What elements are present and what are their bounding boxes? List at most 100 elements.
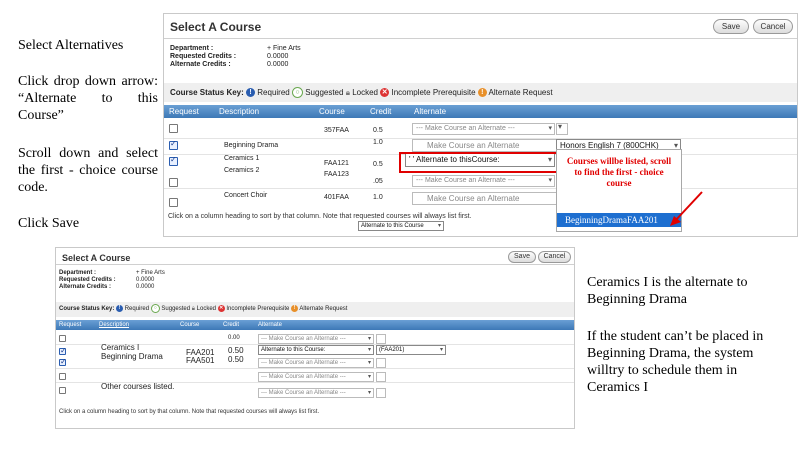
course-code: 357FAA <box>324 127 349 134</box>
requested-credits-value: 0.0000 <box>136 277 155 283</box>
instruction-step-1: Select Alternatives <box>18 38 124 53</box>
department-label: Department : <box>170 45 214 52</box>
requested-credits-value: 0.0000 <box>267 53 289 60</box>
course-description: Beginning Drama <box>224 142 279 149</box>
request-checkbox[interactable] <box>59 335 66 342</box>
key-suggested: Suggested <box>161 306 191 312</box>
red-arrow-icon <box>670 191 703 226</box>
key-locked: Locked <box>196 306 217 312</box>
required-icon: ! <box>246 88 256 98</box>
request-checkbox[interactable] <box>59 373 66 380</box>
alternate-to-this-course-select[interactable]: Alternate to this Course: ▾ <box>258 345 374 355</box>
alternate-course-select[interactable] <box>376 358 386 368</box>
save-button[interactable]: Save <box>713 19 749 34</box>
alternate-credits-value: 0.0000 <box>136 284 155 290</box>
chevron-down-icon: ▾ <box>437 223 441 229</box>
divider <box>164 38 797 39</box>
chevron-down-icon: ▾ <box>367 336 371 342</box>
chevron-down-icon: ▾ <box>548 125 552 132</box>
alternate-request-icon: ! <box>477 88 487 98</box>
alternate-select[interactable]: --- Make Course an Alternate --- ▾ <box>412 175 555 187</box>
prerequisite-icon: ✕ <box>380 88 390 98</box>
lock-icon: 🔒︎ <box>191 306 195 312</box>
instruction-step-3: Scroll down and select the first - choic… <box>18 146 158 195</box>
panel-title: Select A Course <box>170 20 262 34</box>
department-value: + Fine Arts <box>136 270 165 276</box>
cancel-button[interactable]: Cancel <box>538 251 571 263</box>
col-request[interactable]: Request <box>169 105 199 118</box>
request-checkbox[interactable] <box>169 178 178 187</box>
credit-value: 0.5 <box>373 161 383 168</box>
credit-value: 0.50 <box>228 355 244 364</box>
alternate-course-select[interactable] <box>376 372 386 382</box>
requested-credits-label: Requested Credits : <box>170 53 237 60</box>
explanation-schedule: If the student can’t be placed in Beginn… <box>587 329 764 395</box>
chevron-down-icon: ▾ <box>548 177 552 184</box>
dropdown-option-selected[interactable]: BeginningDramaFAA201 <box>557 213 681 227</box>
credit-value: 1.0 <box>373 139 383 146</box>
department-value: + Fine Arts <box>267 45 301 52</box>
col-alternate[interactable]: Alternate <box>258 320 282 330</box>
sort-footnote: Click on a column heading to sort by tha… <box>168 213 472 220</box>
instruction-step-4: Click Save <box>18 216 80 231</box>
col-description[interactable]: Description <box>99 320 129 330</box>
col-course[interactable]: Course <box>319 105 345 118</box>
popup-instruction: Courses willbe listed, scroll to find th… <box>566 156 672 188</box>
course-description: Beginning Drama <box>101 352 163 361</box>
col-description[interactable]: Description <box>219 105 259 118</box>
request-checkbox[interactable] <box>59 346 67 355</box>
alternate-select-bottom[interactable]: Alternate to this Course ▾ <box>358 221 444 231</box>
request-checkbox[interactable] <box>169 198 178 207</box>
chevron-down-icon: ▾ <box>367 347 371 353</box>
request-checkbox[interactable] <box>59 387 66 394</box>
alternate-course-select[interactable] <box>376 334 386 344</box>
instruction-step-2: Click drop down arrow: “Alternate to thi… <box>18 74 158 123</box>
table-header: Request Description Course Credit Altern… <box>164 105 797 118</box>
alternate-select[interactable]: --- Make Course an Alternate --- ▾ <box>258 358 374 368</box>
course-code: FAA121 <box>324 160 349 167</box>
alternate-select[interactable]: --- Make Course an Alternate --- ▾ <box>258 372 374 382</box>
explanation-alternate: Ceramics I is the alternate to Beginning… <box>587 275 748 307</box>
cancel-button[interactable]: Cancel <box>753 19 793 34</box>
credit-value: 0.00 <box>228 335 240 341</box>
alternate-select[interactable]: --- Make Course an Alternate --- ▾ <box>258 334 374 344</box>
course-description: Other courses listed. <box>101 382 175 391</box>
alternate-course-select[interactable]: ▾ <box>556 122 568 135</box>
alternate-credits-value: 0.0000 <box>267 61 289 68</box>
alternate-course-select[interactable]: (FAA201) ▾ <box>376 345 446 355</box>
course-code: 401FAA <box>324 194 349 201</box>
alternate-select[interactable]: --- Make Course an Alternate --- ▾ <box>412 123 555 135</box>
request-checkbox[interactable] <box>169 124 178 133</box>
chevron-down-icon: ▾ <box>439 347 443 353</box>
alternate-credits-label: Alternate Credits : <box>170 61 231 68</box>
alternate-select[interactable]: Make Course an Alternate <box>412 139 562 152</box>
save-button[interactable]: Save <box>508 251 536 263</box>
col-credit[interactable]: Credit <box>223 320 239 330</box>
col-request[interactable]: Request <box>59 320 81 330</box>
chevron-down-icon: ▾ <box>367 374 371 380</box>
alternate-request-icon: ! <box>291 304 299 312</box>
course-code: FAA123 <box>324 171 349 178</box>
request-checkbox[interactable] <box>59 357 67 366</box>
course-dropdown-list[interactable]: Courses willbe listed, scroll to find th… <box>556 149 682 232</box>
course-description: Ceramics 2 <box>224 167 260 174</box>
col-credit[interactable]: Credit <box>370 105 391 118</box>
alternate-course-select[interactable] <box>376 388 386 398</box>
alternate-select[interactable]: Make Course an Alternate <box>412 192 562 205</box>
course-description: Concert Choir <box>224 192 268 199</box>
prerequisite-icon: ✕ <box>217 304 225 312</box>
divider <box>56 264 574 265</box>
request-checkbox[interactable] <box>169 155 178 166</box>
key-required: Required <box>257 88 290 97</box>
requested-credits-label: Requested Credits : <box>59 277 116 283</box>
request-checkbox[interactable] <box>169 139 178 150</box>
chevron-down-icon: ▾ <box>558 122 563 131</box>
col-alternate[interactable]: Alternate <box>414 105 446 118</box>
key-incomplete: Incomplete Prerequisite <box>226 306 290 312</box>
table-header: Request Description Course Credit Altern… <box>56 320 574 330</box>
key-alternate-request: Alternate Request <box>299 306 348 312</box>
key-locked: Locked <box>352 88 378 97</box>
course-table: 0.00 --- Make Course an Alternate ---▾ C… <box>56 330 574 405</box>
col-course[interactable]: Course <box>180 320 199 330</box>
alternate-select[interactable]: --- Make Course an Alternate --- ▾ <box>258 388 374 398</box>
